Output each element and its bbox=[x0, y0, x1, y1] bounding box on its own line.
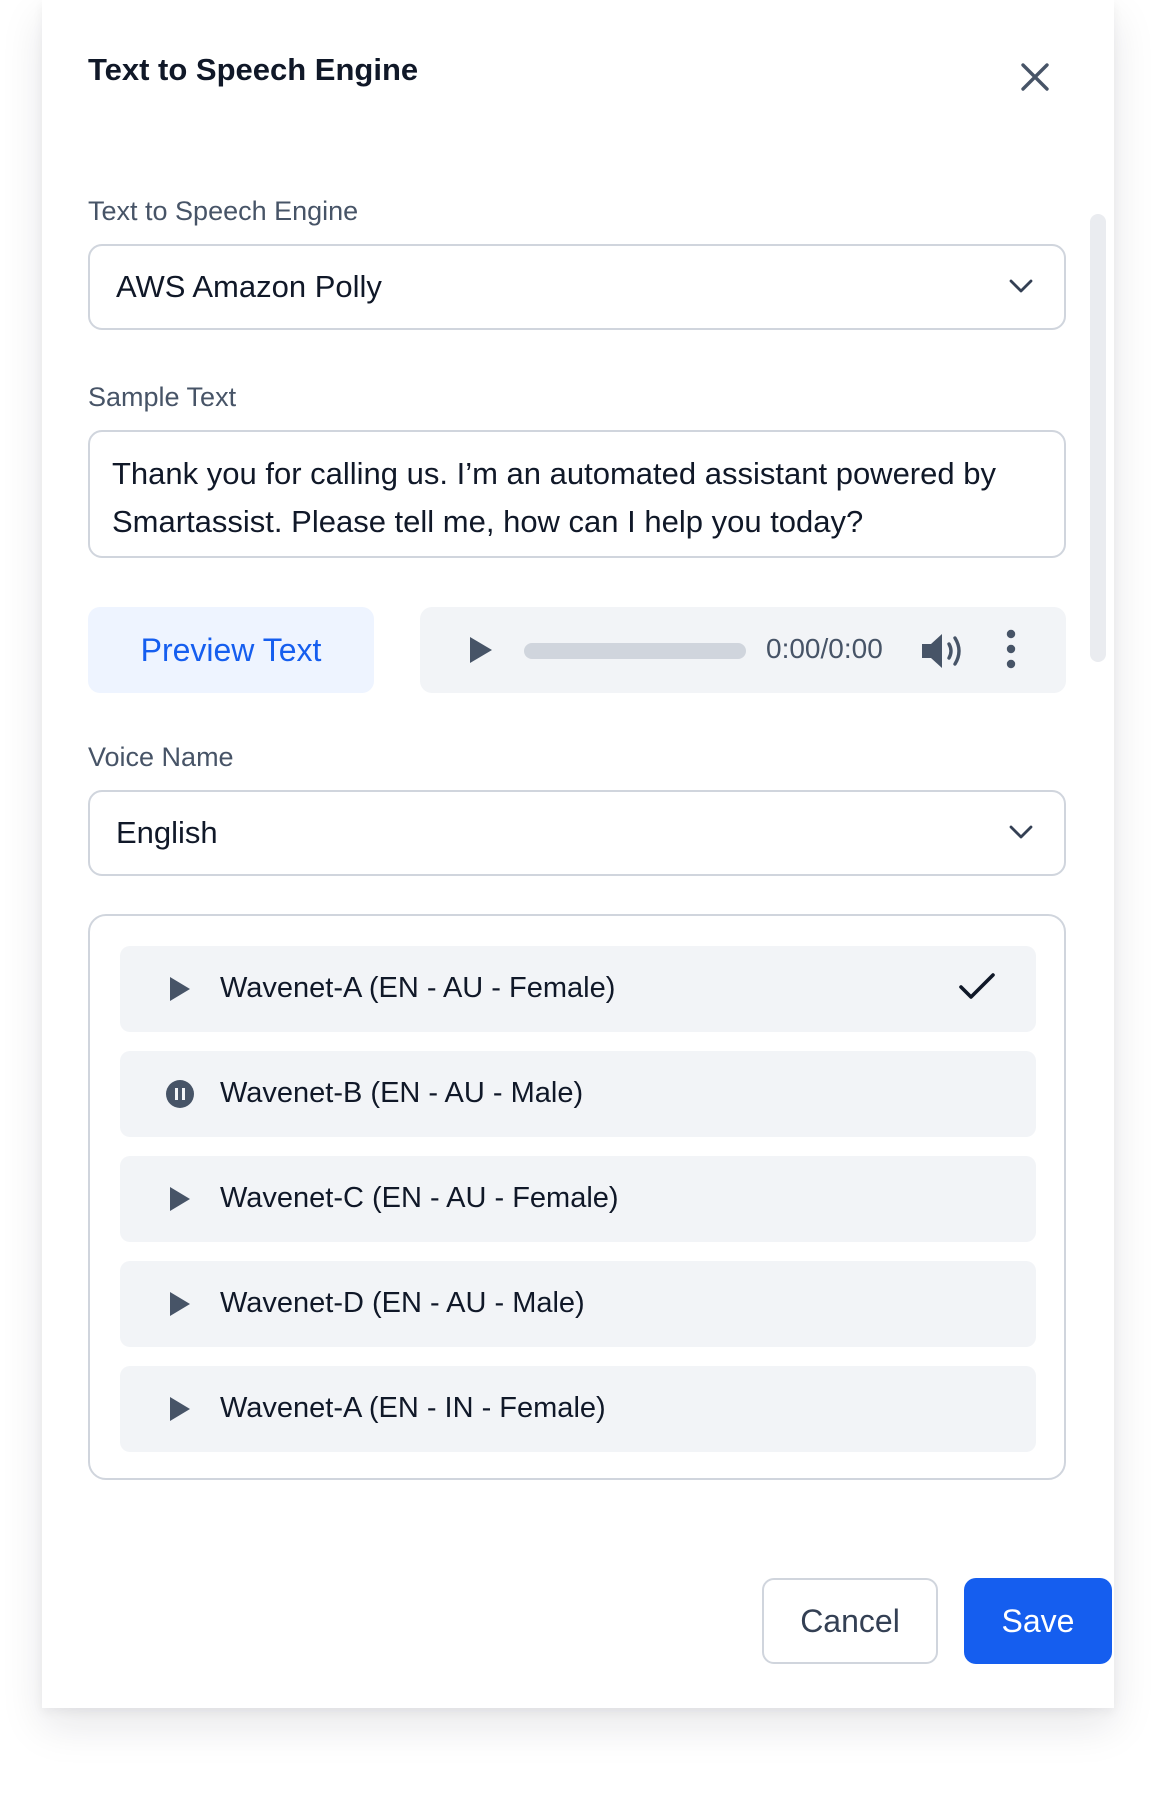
voice-list: Wavenet-A (EN - AU - Female) Wavenet-B (… bbox=[88, 914, 1066, 1480]
check-icon bbox=[959, 973, 995, 999]
dialog-title: Text to Speech Engine bbox=[88, 52, 419, 87]
pause-icon[interactable] bbox=[166, 1080, 194, 1108]
sample-text-label: Sample Text bbox=[88, 382, 237, 412]
voice-item-name: Wavenet-A (EN - AU - Female) bbox=[220, 972, 616, 1004]
voice-item-name: Wavenet-C (EN - AU - Female) bbox=[220, 1182, 619, 1214]
voice-item[interactable]: Wavenet-A (EN - AU - Female) bbox=[120, 946, 1036, 1032]
engine-label: Text to Speech Engine bbox=[88, 196, 359, 226]
voice-name-select[interactable]: English bbox=[88, 790, 1066, 876]
play-icon[interactable] bbox=[168, 1291, 192, 1317]
more-options-icon[interactable] bbox=[1006, 629, 1016, 669]
audio-time: 0:00/0:00 bbox=[766, 633, 883, 664]
voice-name-label: Voice Name bbox=[88, 742, 234, 772]
voice-name-select-value: English bbox=[116, 815, 218, 850]
tts-engine-dialog: Text to Speech Engine Text to Speech Eng… bbox=[42, 0, 1114, 1708]
preview-text-button[interactable]: Preview Text bbox=[88, 607, 374, 693]
close-icon bbox=[1021, 63, 1049, 91]
voice-item[interactable]: Wavenet-B (EN - AU - Male) bbox=[120, 1051, 1036, 1137]
voice-item[interactable]: Wavenet-D (EN - AU - Male) bbox=[120, 1261, 1036, 1347]
engine-select-value: AWS Amazon Polly bbox=[116, 269, 382, 304]
engine-select[interactable]: AWS Amazon Polly bbox=[88, 244, 1066, 330]
sample-text-field[interactable]: Thank you for calling us. I’m an automat… bbox=[88, 430, 1066, 558]
scrollbar[interactable] bbox=[1090, 214, 1106, 662]
play-icon[interactable] bbox=[168, 1396, 192, 1422]
audio-player: 0:00/0:00 bbox=[420, 607, 1066, 693]
chevron-down-icon bbox=[1009, 825, 1033, 839]
play-icon[interactable] bbox=[168, 976, 192, 1002]
close-button[interactable] bbox=[1012, 54, 1058, 100]
save-button[interactable]: Save bbox=[964, 1578, 1112, 1664]
audio-progress-track[interactable] bbox=[524, 643, 746, 659]
volume-icon[interactable] bbox=[920, 631, 968, 671]
chevron-down-icon bbox=[1009, 279, 1033, 293]
cancel-button[interactable]: Cancel bbox=[762, 1578, 938, 1664]
voice-item[interactable]: Wavenet-A (EN - IN - Female) bbox=[120, 1366, 1036, 1452]
voice-item-name: Wavenet-A (EN - IN - Female) bbox=[220, 1392, 606, 1424]
play-icon[interactable] bbox=[468, 635, 494, 665]
voice-item[interactable]: Wavenet-C (EN - AU - Female) bbox=[120, 1156, 1036, 1242]
voice-item-name: Wavenet-D (EN - AU - Male) bbox=[220, 1287, 585, 1319]
voice-item-name: Wavenet-B (EN - AU - Male) bbox=[220, 1077, 584, 1109]
play-icon[interactable] bbox=[168, 1186, 192, 1212]
